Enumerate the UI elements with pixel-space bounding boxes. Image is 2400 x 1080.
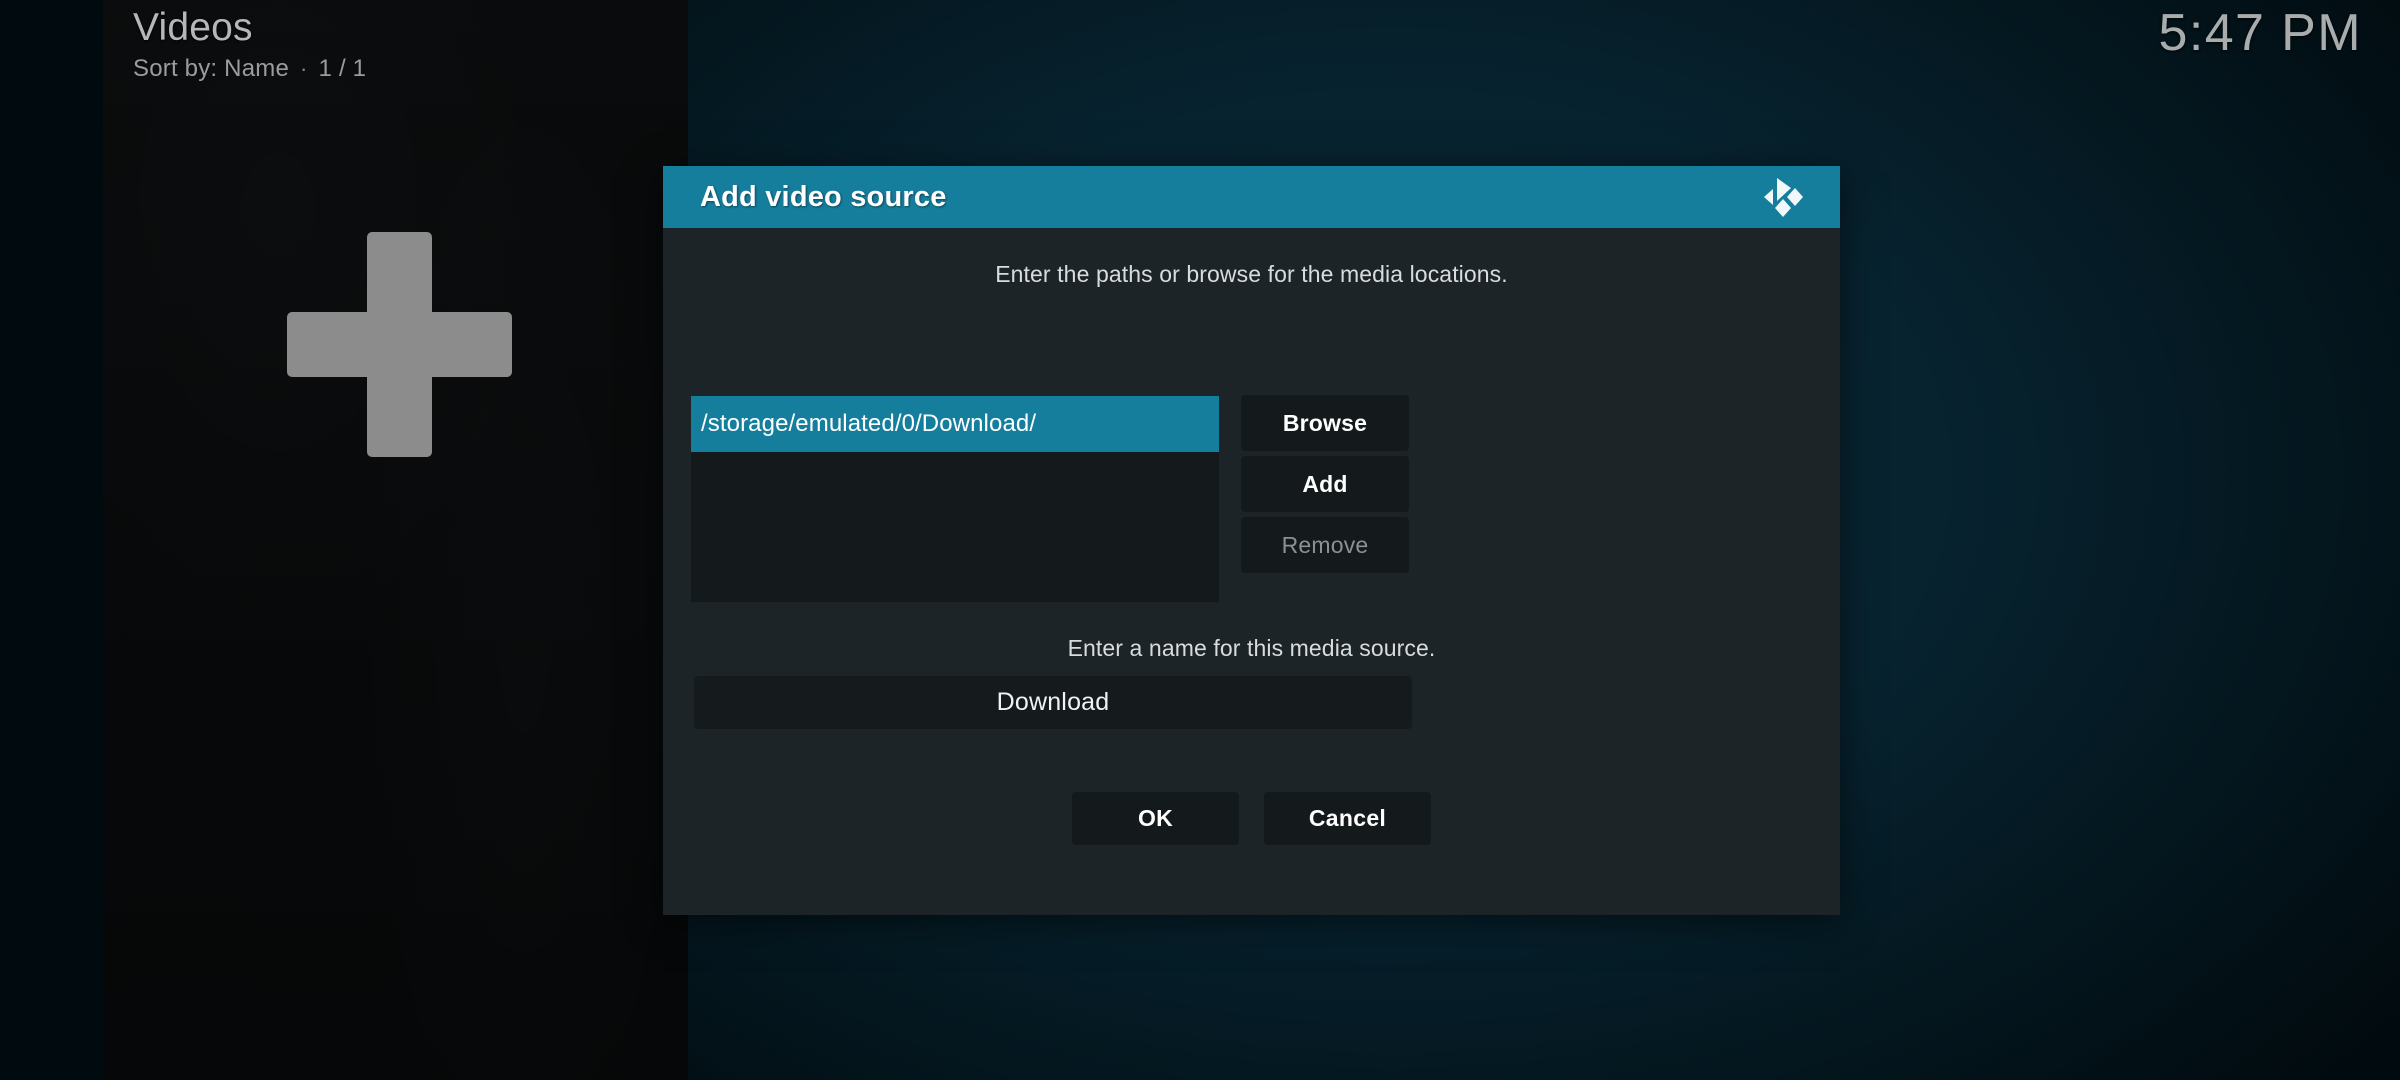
browse-button[interactable]: Browse (1241, 395, 1409, 451)
kodi-logo-icon (1764, 178, 1803, 217)
dialog-body: Enter the paths or browse for the media … (663, 228, 1840, 915)
clock: 5:47 PM (2158, 4, 2362, 62)
page-count: 1 / 1 (318, 54, 367, 82)
dialog-footer: OK Cancel (663, 792, 1840, 845)
path-list-item[interactable]: /storage/emulated/0/Download/ (691, 396, 1219, 452)
add-video-source-dialog: Add video source Enter the paths or brow… (663, 166, 1840, 915)
path-action-buttons: Browse Add Remove (1241, 395, 1409, 578)
add-button[interactable]: Add (1241, 456, 1409, 512)
source-name-input[interactable]: Download (694, 676, 1412, 729)
panel-texture (103, 0, 688, 1080)
subtitle-separator: · (300, 55, 308, 81)
dialog-title: Add video source (700, 180, 947, 213)
plus-icon (287, 232, 512, 457)
cancel-button[interactable]: Cancel (1264, 792, 1431, 845)
paths-list[interactable]: /storage/emulated/0/Download/ (691, 396, 1219, 602)
sort-label[interactable]: Sort by: Name (133, 55, 289, 83)
media-list-panel (103, 0, 688, 1080)
kodi-screen: Videos Sort by: Name · 1 / 1 5:47 PM Add… (0, 0, 2400, 1080)
plus-icon-horizontal-bar (287, 312, 512, 377)
add-source-tile[interactable] (287, 232, 512, 457)
page-subtitle: Sort by: Name · 1 / 1 (133, 55, 366, 83)
page-title: Videos (133, 6, 253, 49)
dialog-titlebar: Add video source (663, 166, 1840, 228)
ok-button[interactable]: OK (1072, 792, 1239, 845)
name-hint: Enter a name for this media source. (1067, 635, 1436, 661)
page-header: Videos Sort by: Name · 1 / 1 (133, 6, 366, 83)
remove-button[interactable]: Remove (1241, 517, 1409, 573)
paths-hint: Enter the paths or browse for the media … (995, 261, 1508, 287)
